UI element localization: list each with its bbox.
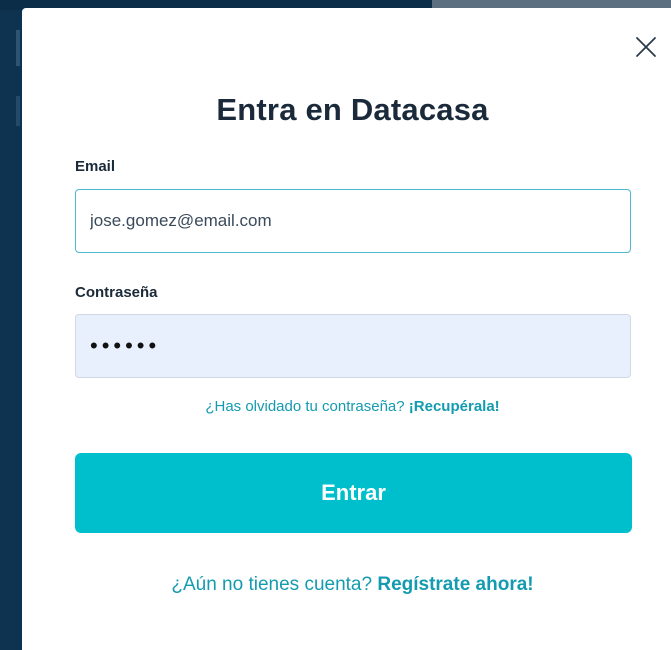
register-line: ¿Aún no tienes cuenta? Regístrate ahora! (22, 574, 671, 596)
email-label: Email (75, 158, 116, 175)
backdrop-mark (16, 30, 20, 66)
modal-title: Entra en Datacasa (216, 92, 489, 127)
email-field[interactable] (75, 189, 631, 253)
backdrop-mark (16, 96, 20, 126)
recover-prompt: ¿Has olvidado tu contraseña? (205, 398, 405, 415)
close-button[interactable] (635, 36, 657, 58)
recover-link[interactable]: ¡Recupérala! (409, 398, 500, 415)
close-icon (635, 36, 657, 58)
recover-password-line: ¿Has olvidado tu contraseña? ¡Recupérala… (22, 398, 671, 415)
submit-button[interactable]: Entrar (75, 453, 632, 533)
login-modal: Entra en Datacasa Email Contraseña ¿Has … (22, 8, 671, 650)
register-link[interactable]: Regístrate ahora! (377, 574, 533, 595)
password-label: Contraseña (75, 284, 158, 301)
password-field[interactable] (75, 314, 631, 378)
register-prompt: ¿Aún no tienes cuenta? (171, 574, 373, 595)
